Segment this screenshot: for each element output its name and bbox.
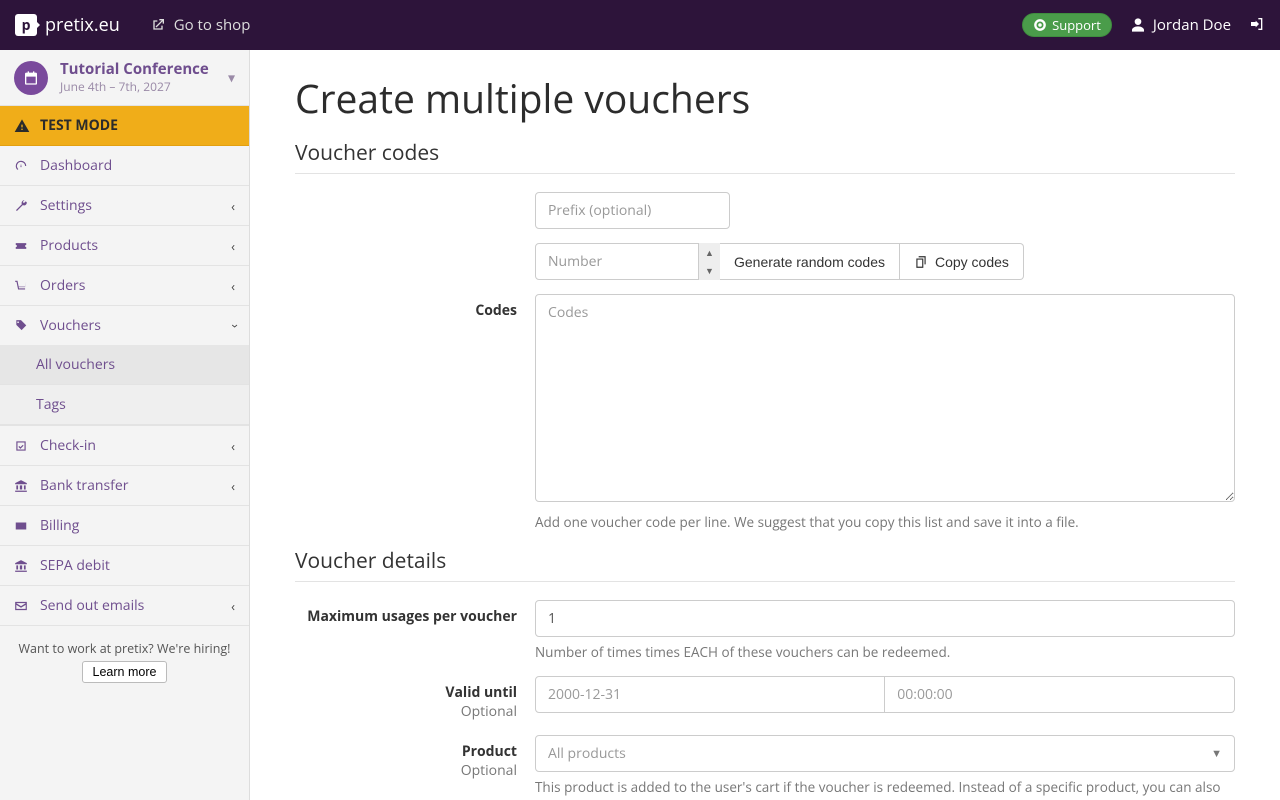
ticket-icon: [14, 239, 28, 253]
external-link-icon: [150, 17, 166, 33]
brand-link[interactable]: p pretix.eu: [15, 13, 120, 37]
valid-until-date-input[interactable]: [535, 676, 885, 713]
sidebar-item-label: Billing: [40, 516, 79, 535]
money-icon: [14, 519, 28, 533]
hiring-box: Want to work at pretix? We're hiring! Le…: [0, 626, 249, 697]
user-icon: [1130, 17, 1146, 33]
test-mode-banner: TEST MODE: [0, 106, 249, 146]
sidebar-item-label: Orders: [40, 276, 85, 295]
page-title: Create multiple vouchers: [295, 72, 1235, 125]
sidebar: Tutorial Conference June 4th – 7th, 2027…: [0, 50, 250, 800]
product-label: Product: [462, 742, 517, 761]
chevron-left-icon: ‹: [231, 277, 235, 295]
chevron-left-icon: ‹: [231, 477, 235, 495]
max-usages-label: Maximum usages per voucher: [307, 607, 517, 626]
sidebar-item-label: Vouchers: [40, 316, 101, 335]
bank-icon: [14, 559, 28, 573]
sidebar-item-vouchers[interactable]: Vouchers ‹: [0, 306, 249, 345]
max-usages-help: Number of times times EACH of these vouc…: [535, 643, 1235, 663]
sidebar-item-label: All vouchers: [36, 355, 115, 374]
sidebar-item-sepa[interactable]: SEPA debit: [0, 546, 249, 585]
logout-button[interactable]: [1249, 15, 1265, 35]
sidebar-item-billing[interactable]: Billing: [0, 506, 249, 545]
divider: [295, 581, 1235, 582]
generate-codes-label: Generate random codes: [734, 254, 885, 270]
sidebar-item-banktransfer[interactable]: Bank transfer ‹: [0, 466, 249, 505]
sidebar-item-label: Check-in: [40, 436, 96, 455]
valid-until-optional: Optional: [295, 702, 517, 721]
product-help: This product is added to the user's cart…: [535, 778, 1235, 800]
prefix-input[interactable]: [535, 192, 730, 229]
brand-text: pretix.eu: [45, 13, 120, 37]
sidebar-item-label: Send out emails: [40, 596, 144, 615]
event-name: Tutorial Conference: [60, 60, 209, 78]
section-voucher-codes: Voucher codes: [295, 139, 1235, 167]
chevron-left-icon: ‹: [231, 597, 235, 615]
sidebar-sub-all-vouchers[interactable]: All vouchers: [0, 345, 249, 384]
hiring-text: Want to work at pretix? We're hiring!: [10, 640, 239, 657]
lifebuoy-icon: [1033, 18, 1047, 32]
codes-textarea[interactable]: [535, 294, 1235, 502]
codes-label: Codes: [475, 301, 517, 320]
sidebar-sub-tags[interactable]: Tags: [0, 385, 249, 424]
navbar: p pretix.eu Go to shop Support Jordan Do…: [0, 0, 1280, 50]
number-input[interactable]: [535, 243, 720, 280]
sidebar-menu: Dashboard Settings ‹ Products ‹ Orders ‹…: [0, 146, 249, 626]
calendar-icon: [14, 61, 48, 95]
event-switcher[interactable]: Tutorial Conference June 4th – 7th, 2027…: [0, 50, 249, 106]
caret-down-icon: ▾: [228, 68, 235, 87]
user-name: Jordan Doe: [1153, 15, 1231, 35]
sidebar-item-label: Products: [40, 236, 98, 255]
sidebar-item-dashboard[interactable]: Dashboard: [0, 146, 249, 185]
sidebar-item-checkin[interactable]: Check-in ‹: [0, 426, 249, 465]
chevron-left-icon: ‹: [231, 237, 235, 255]
chevron-left-icon: ‹: [231, 437, 235, 455]
brand-logo: p: [15, 14, 37, 36]
caret-down-icon: ▼: [1211, 746, 1222, 761]
main-content: Create multiple vouchers Voucher codes ▲…: [250, 50, 1280, 800]
product-placeholder: All products: [548, 744, 626, 763]
product-optional: Optional: [295, 761, 517, 780]
copy-codes-button[interactable]: Copy codes: [900, 243, 1024, 280]
wrench-icon: [14, 199, 28, 213]
section-voucher-details: Voucher details: [295, 547, 1235, 575]
support-label: Support: [1052, 16, 1101, 34]
hiring-learn-more-button[interactable]: Learn more: [82, 661, 168, 683]
tags-icon: [14, 319, 28, 333]
copy-icon: [914, 255, 928, 269]
sidebar-item-label: Settings: [40, 196, 92, 215]
valid-until-time-input[interactable]: [885, 676, 1235, 713]
max-usages-input[interactable]: [535, 600, 1235, 637]
copy-codes-label: Copy codes: [935, 254, 1009, 270]
sign-out-icon: [1249, 16, 1265, 32]
cart-icon: [14, 279, 28, 293]
chevron-left-icon: ‹: [231, 197, 235, 215]
test-mode-label: TEST MODE: [40, 116, 118, 135]
check-square-icon: [14, 439, 28, 453]
user-menu[interactable]: Jordan Doe: [1130, 15, 1231, 35]
codes-help: Add one voucher code per line. We sugges…: [535, 513, 1235, 533]
generate-codes-button[interactable]: Generate random codes: [720, 243, 900, 280]
support-button[interactable]: Support: [1022, 13, 1112, 37]
bank-icon: [14, 479, 28, 493]
go-to-shop-link[interactable]: Go to shop: [150, 15, 251, 35]
product-select[interactable]: All products ▼: [535, 735, 1235, 772]
sidebar-item-sendmail[interactable]: Send out emails ‹: [0, 586, 249, 625]
warning-icon: [14, 118, 30, 134]
sidebar-item-label: Tags: [36, 395, 66, 414]
sidebar-item-label: Bank transfer: [40, 476, 128, 495]
sidebar-item-orders[interactable]: Orders ‹: [0, 266, 249, 305]
sidebar-item-label: SEPA debit: [40, 556, 110, 575]
valid-until-label: Valid until: [445, 683, 517, 702]
chevron-down-icon: ‹: [224, 324, 242, 328]
divider: [295, 173, 1235, 174]
sidebar-item-settings[interactable]: Settings ‹: [0, 186, 249, 225]
event-dates: June 4th – 7th, 2027: [60, 78, 209, 95]
sidebar-item-products[interactable]: Products ‹: [0, 226, 249, 265]
sidebar-item-label: Dashboard: [40, 156, 112, 175]
gauge-icon: [14, 159, 28, 173]
number-stepper[interactable]: ▲▼: [698, 243, 720, 280]
envelope-icon: [14, 599, 28, 613]
go-to-shop-label: Go to shop: [174, 15, 251, 35]
